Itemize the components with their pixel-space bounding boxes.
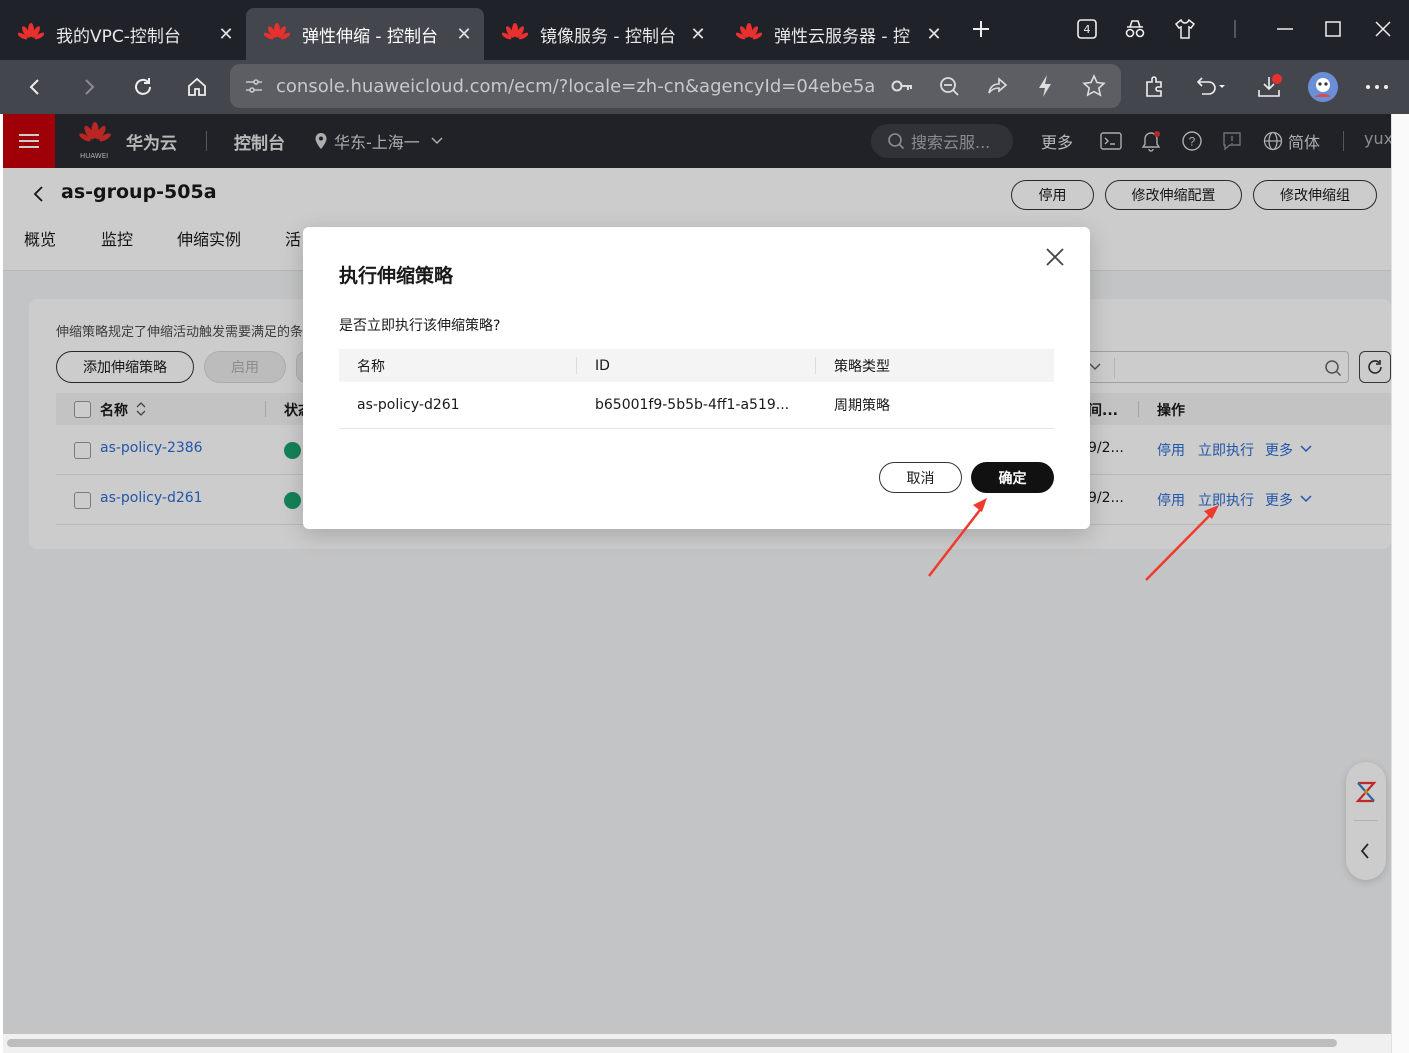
shirt-icon[interactable]	[1168, 12, 1202, 46]
close-icon[interactable]: ✕	[688, 24, 708, 45]
minimize-icon[interactable]	[1268, 12, 1302, 46]
huawei-logo-icon	[264, 23, 290, 40]
home-icon[interactable]	[178, 68, 216, 106]
horizontal-scrollbar[interactable]	[3, 1034, 1391, 1053]
vertical-scrollbar[interactable]	[1391, 114, 1409, 1053]
browser-tab-autoscaling[interactable]: 弹性伸缩 - 控制台 ✕	[246, 8, 484, 60]
browser-tab-vpc[interactable]: 我的VPC-控制台 ✕	[0, 8, 246, 60]
site-settings-icon[interactable]	[244, 76, 264, 96]
browser-tab-ecs[interactable]: 弹性云服务器 - 控 ✕	[718, 8, 954, 60]
window-close-icon[interactable]	[1366, 12, 1400, 46]
new-tab-plus-icon[interactable]	[964, 12, 998, 46]
separator-icon	[1218, 12, 1252, 46]
scrollbar-thumb[interactable]	[7, 1039, 1337, 1047]
url-text[interactable]: console.huaweicloud.com/ecm/?locale=zh-c…	[276, 76, 876, 97]
lightning-icon[interactable]	[1036, 74, 1054, 98]
bookmark-star-icon[interactable]	[1082, 74, 1106, 98]
forward-icon[interactable]	[70, 68, 108, 106]
share-icon[interactable]	[986, 75, 1008, 97]
incognito-icon[interactable]	[1118, 12, 1152, 46]
download-icon[interactable]	[1250, 68, 1288, 106]
close-icon[interactable]: ✕	[454, 24, 474, 45]
browser-tab-bar: 我的VPC-控制台 ✕ 弹性伸缩 - 控制台 ✕ 镜像服务 - 控制台 ✕ 弹性…	[0, 0, 1409, 60]
tab-count-badge: 4	[1083, 22, 1091, 36]
tab-title: 弹性伸缩 - 控制台	[302, 26, 438, 47]
tab-count-button[interactable]: 4	[1070, 12, 1104, 46]
arrow-icon	[1145, 505, 1219, 581]
profile-avatar[interactable]	[1304, 68, 1342, 106]
huawei-logo-icon	[18, 23, 44, 40]
zoom-out-icon[interactable]	[938, 75, 960, 97]
huawei-logo-icon	[736, 23, 762, 40]
browser-tab-image-service[interactable]: 镜像服务 - 控制台 ✕	[484, 8, 718, 60]
back-icon[interactable]	[16, 68, 54, 106]
reload-icon[interactable]	[124, 68, 162, 106]
address-bar[interactable]: console.huaweicloud.com/ecm/?locale=zh-c…	[230, 64, 1121, 108]
close-icon[interactable]: ✕	[924, 24, 944, 45]
extensions-icon[interactable]	[1136, 68, 1174, 106]
huawei-logo-icon	[502, 23, 528, 40]
maximize-icon[interactable]	[1316, 12, 1350, 46]
tab-title: 镜像服务 - 控制台	[540, 26, 676, 47]
more-menu-icon[interactable]	[1358, 68, 1396, 106]
annotation-arrows	[928, 498, 1219, 581]
arrow-icon	[928, 498, 987, 577]
console-page: HUAWEI 华为云 控制台 华东-上海一 搜索云服... 更多 ? 简体 yu…	[3, 114, 1391, 1034]
password-key-icon[interactable]	[890, 76, 914, 96]
tab-title: 我的VPC-控制台	[56, 26, 181, 47]
undo-dropdown-icon[interactable]	[1192, 68, 1230, 106]
close-icon[interactable]: ✕	[216, 24, 236, 45]
tab-title: 弹性云服务器 - 控	[774, 26, 910, 47]
